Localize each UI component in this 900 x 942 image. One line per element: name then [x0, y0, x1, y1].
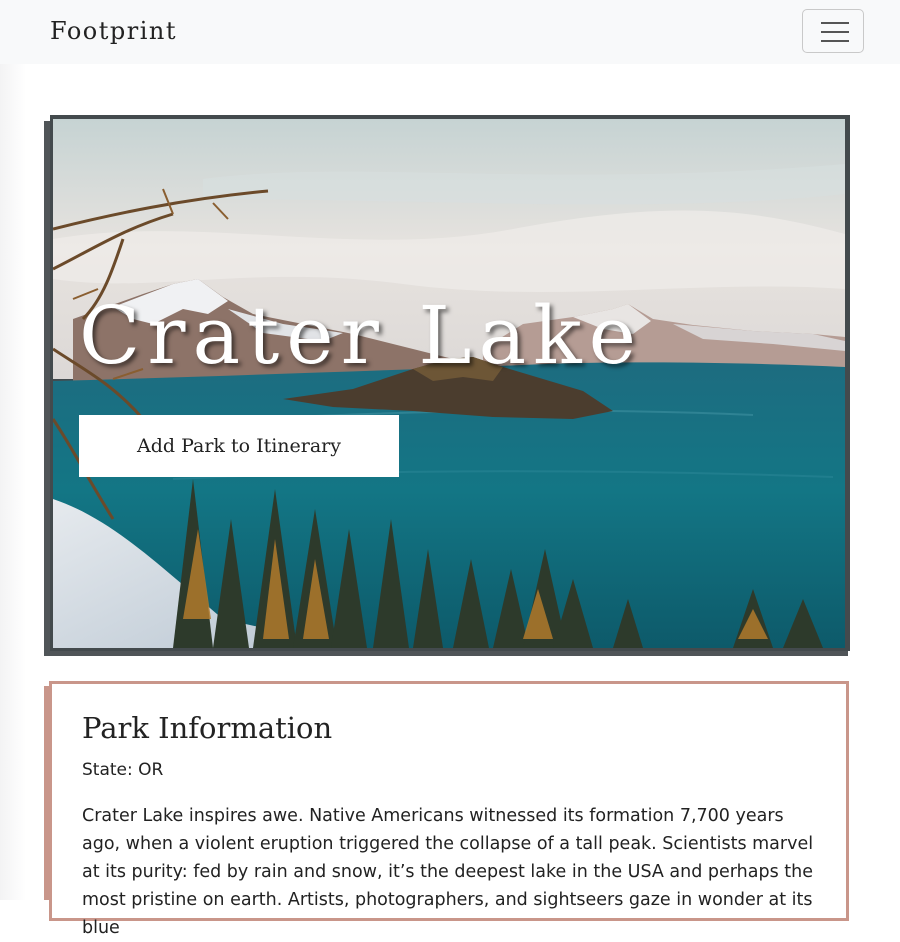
- page-side-shade: [0, 64, 26, 900]
- park-title: Crater Lake: [79, 289, 643, 382]
- navbar: Footprint: [0, 0, 900, 64]
- hero-banner: Crater Lake Add Park to Itinerary: [53, 119, 845, 648]
- park-state: State: OR: [82, 760, 164, 780]
- menu-toggle-button[interactable]: [802, 9, 864, 53]
- crater-lake-image: [53, 119, 845, 648]
- park-description: Crater Lake inspires awe. Native America…: [82, 806, 814, 938]
- park-information-heading: Park Information: [82, 711, 333, 745]
- park-information-card: Park Information State: OR Crater Lake i…: [49, 681, 849, 938]
- add-to-itinerary-button[interactable]: Add Park to Itinerary: [79, 415, 399, 477]
- brand-logo[interactable]: Footprint: [50, 14, 177, 48]
